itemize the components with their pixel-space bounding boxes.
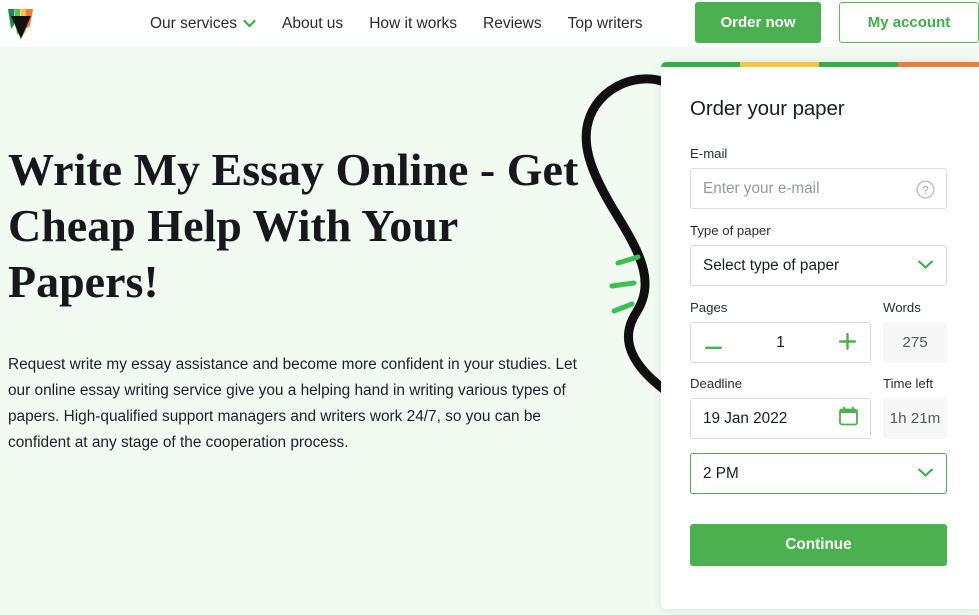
hero-paragraph: Request write my essay assistance and be… — [8, 356, 577, 451]
order-form-title: Order your paper — [690, 97, 845, 120]
order-form-body: Order your paper E-mail ? Type of paper … — [661, 67, 979, 566]
order-now-button[interactable]: Order now — [695, 2, 821, 43]
my-account-button[interactable]: My account — [839, 2, 979, 43]
deadline-label: Deadline — [690, 376, 743, 391]
words-label: Words — [883, 300, 921, 315]
landing-page: Our services About us How it works Revie… — [0, 0, 979, 615]
continue-button[interactable]: Continue — [690, 524, 947, 566]
chevron-down-icon — [243, 19, 256, 28]
time-select-value: 2 PM — [703, 464, 739, 482]
deadline-value: 19 Jan 2022 — [703, 409, 788, 427]
funnel-logo-icon[interactable] — [6, 5, 36, 43]
pages-group: Pages — [690, 300, 871, 322]
words-value: 275 — [883, 322, 947, 363]
email-input[interactable] — [703, 179, 908, 198]
pages-label: Pages — [690, 300, 728, 315]
time-left-value: 1h 21m — [883, 398, 947, 439]
nav-item-label: About us — [282, 14, 344, 32]
email-field[interactable]: ? — [690, 168, 947, 209]
minus-icon[interactable] — [705, 334, 722, 352]
page-title: Write My Essay Online - Get Cheap Help W… — [8, 144, 579, 307]
type-of-paper-value: Select type of paper — [703, 256, 840, 274]
question-circle-icon[interactable]: ? — [916, 180, 935, 199]
site-header: Our services About us How it works Revie… — [0, 0, 979, 47]
nav-item-our-services[interactable]: Our services — [150, 15, 256, 33]
pages-stepper[interactable]: 1 — [690, 322, 871, 363]
nav-item-label: Reviews — [483, 14, 542, 32]
nav-item-label: How it works — [369, 14, 458, 32]
deadline-group: Deadline — [690, 376, 871, 398]
nav-item-label: Our services — [150, 14, 237, 32]
hero-content: Write My Essay Online - Get Cheap Help W… — [8, 142, 618, 456]
main-nav: Our services About us How it works Revie… — [150, 0, 643, 47]
deadline-date-picker[interactable]: 19 Jan 2022 — [690, 398, 871, 439]
time-left-group: Time left — [883, 376, 947, 398]
nav-item-reviews[interactable]: Reviews — [483, 15, 542, 33]
time-select[interactable]: 2 PM — [690, 453, 947, 494]
chevron-down-icon — [917, 465, 934, 483]
email-label: E-mail — [690, 146, 728, 161]
type-of-paper-select[interactable]: Select type of paper — [690, 245, 947, 286]
pages-value: 1 — [776, 333, 785, 351]
nav-item-how-it-works[interactable]: How it works — [369, 15, 457, 33]
order-form-card: Order your paper E-mail ? Type of paper … — [661, 62, 979, 609]
nav-item-top-writers[interactable]: Top writers — [568, 15, 643, 33]
nav-item-about-us[interactable]: About us — [282, 15, 343, 33]
calendar-icon[interactable] — [839, 406, 858, 431]
svg-text:?: ? — [922, 185, 928, 197]
nav-item-label: Top writers — [567, 14, 643, 32]
time-left-label: Time left — [883, 376, 934, 391]
type-of-paper-label: Type of paper — [690, 223, 771, 238]
chevron-down-icon — [917, 257, 934, 275]
plus-icon[interactable] — [839, 333, 856, 352]
words-group: Words — [883, 300, 947, 322]
